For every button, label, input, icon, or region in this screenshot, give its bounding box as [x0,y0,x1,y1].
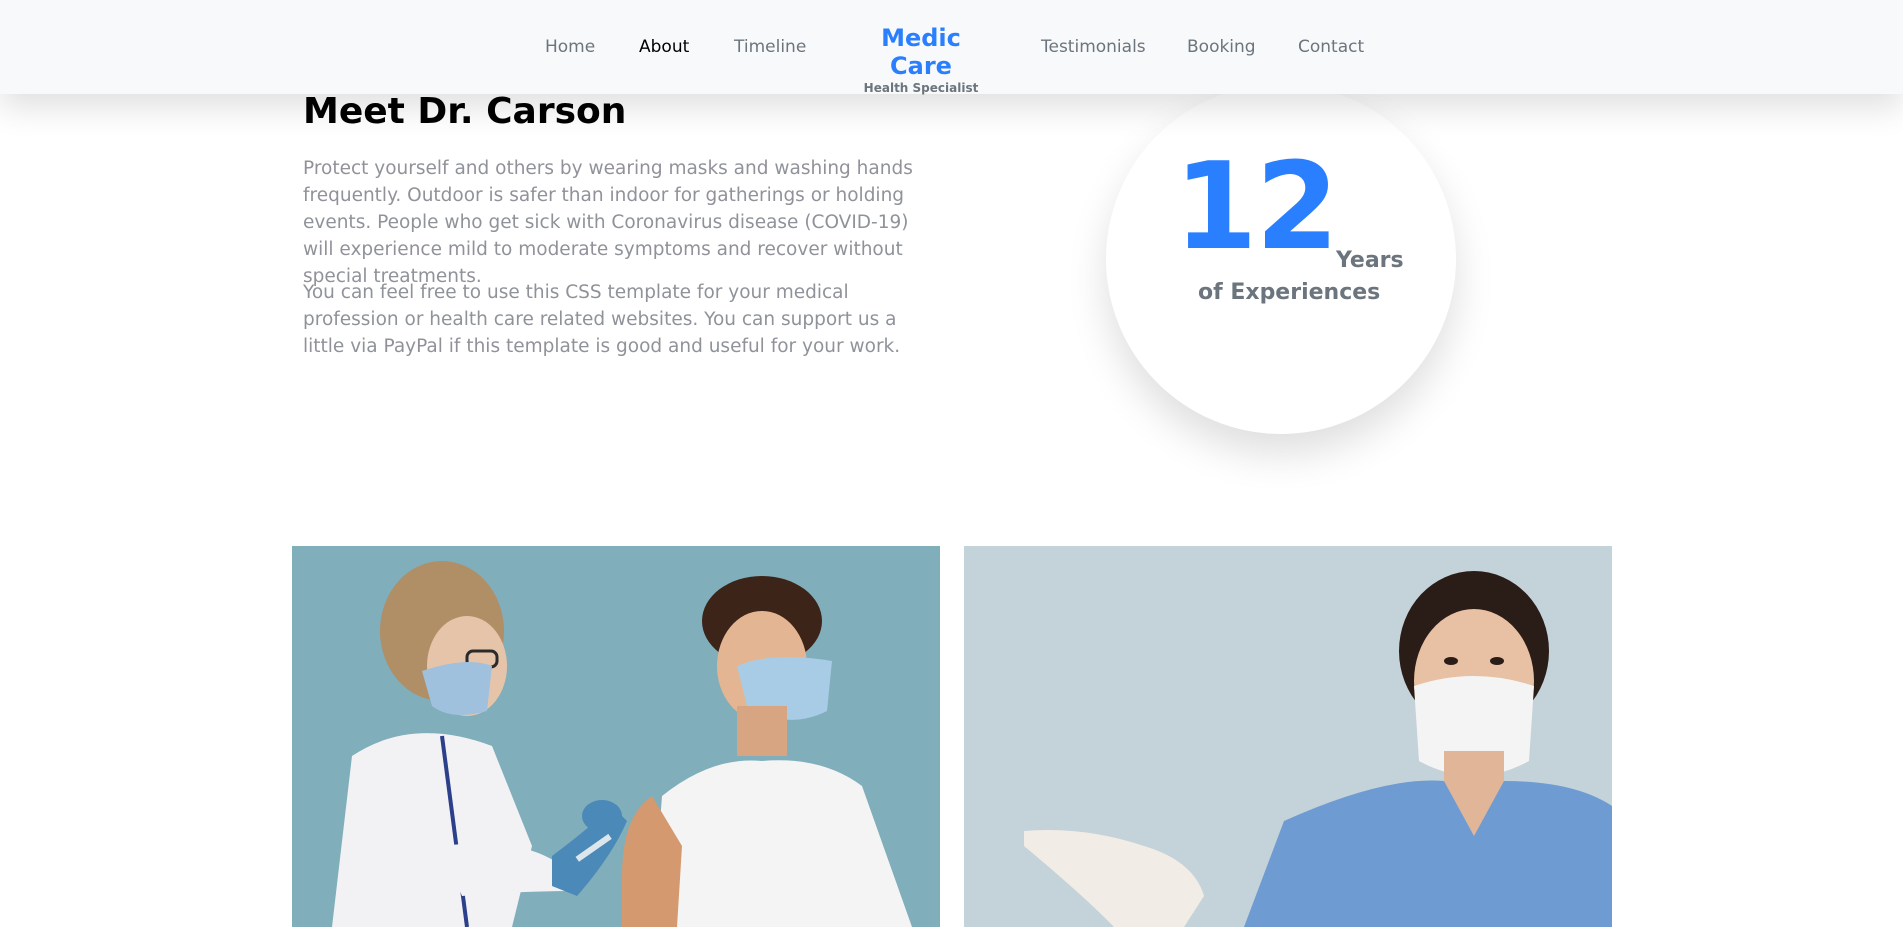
nurse-illustration [964,546,1612,927]
navbar: Home About Timeline Medic Care Health Sp… [0,0,1903,95]
about-paragraph-2: You can feel free to use this CSS templa… [303,282,901,357]
nav-booking[interactable]: Booking [1187,37,1256,57]
brand-subtitle: Health Specialist [863,81,979,95]
experience-number: 12 [1174,138,1339,277]
doctor-vaccinating-patient-photo [292,546,940,927]
nav-home[interactable]: Home [545,37,595,57]
about-paragraph-1: Protect yourself and others by wearing m… [303,158,913,287]
nav-timeline[interactable]: Timeline [734,37,806,57]
experience-circle: 12 Years of Experiences [1106,84,1456,434]
nav-testimonials[interactable]: Testimonials [1041,37,1146,57]
brand-title: Medic Care [881,24,961,80]
experience-label: of Experiences [1198,280,1381,305]
vaccination-illustration [292,546,940,927]
nav-about[interactable]: About [639,37,689,57]
nurse-with-mask-photo [964,546,1612,927]
brand-logo-link[interactable]: Medic Care Health Specialist [855,24,987,95]
experience-unit: Years [1336,248,1404,273]
nav-contact[interactable]: Contact [1298,37,1364,57]
about-title: Meet Dr. Carson [303,91,627,132]
